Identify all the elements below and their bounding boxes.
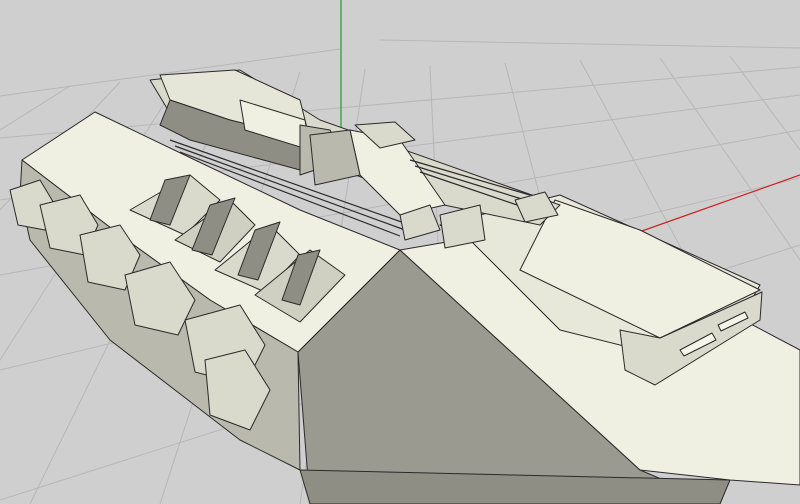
3d-viewport[interactable] (0, 0, 800, 504)
3d-scene[interactable] (0, 0, 800, 504)
